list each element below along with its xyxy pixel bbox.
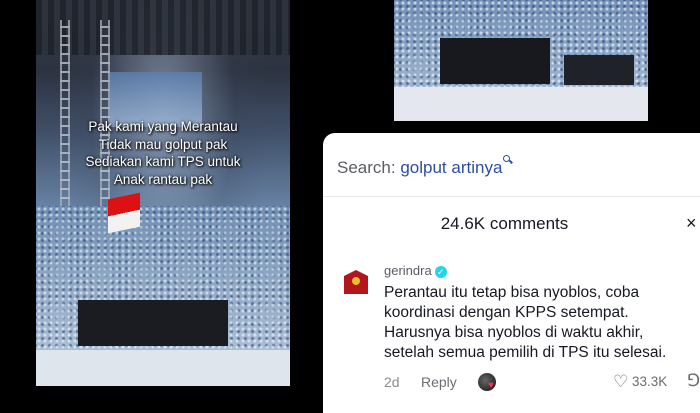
search-keyword[interactable]: golput artinya [400,158,502,177]
avatar-brand [344,290,368,294]
verified-icon: ✓ [434,265,447,278]
stage [78,300,228,346]
avatar[interactable] [340,268,372,300]
comment-username[interactable]: gerindra [384,263,432,278]
creator-heart-icon: ♥ [488,380,494,391]
floor [36,350,290,386]
comments-count: 24.6K comments [440,214,569,233]
comment-time: 2d [384,374,400,390]
dislike-icon[interactable]: ⅁ [687,371,700,391]
heart-icon[interactable]: ♡ [613,373,628,390]
video-left[interactable]: Pak kami yang Merantau Tidak mau golput … [36,0,290,386]
comment-username-row[interactable]: gerindra ✓ [384,263,447,278]
like-count: 33.3K [632,374,668,389]
close-icon[interactable]: × [686,213,697,234]
search-label: Search: [337,158,396,177]
video-right[interactable] [394,0,648,121]
creator-liked-avatar: ♥ [478,373,496,391]
comment-text: Perantau itu tetap bisa nyoblos, coba ko… [384,284,667,361]
video-caption: Pak kami yang Merantau Tidak mau golput … [85,119,241,187]
search-icon [503,155,514,164]
stage [440,38,550,84]
like-button[interactable]: ♡ 33.3K [613,373,668,390]
stadium-stands [36,0,290,55]
divider [323,196,700,197]
garuda-logo [352,277,360,285]
stage-platform [564,55,634,85]
search-suggestion[interactable]: Search: golput artinya [337,155,514,178]
flag [108,192,140,234]
floor [394,87,648,121]
reply-button[interactable]: Reply [421,374,457,390]
comments-panel: Search: golput artinya 24.6K comments × … [323,133,700,413]
